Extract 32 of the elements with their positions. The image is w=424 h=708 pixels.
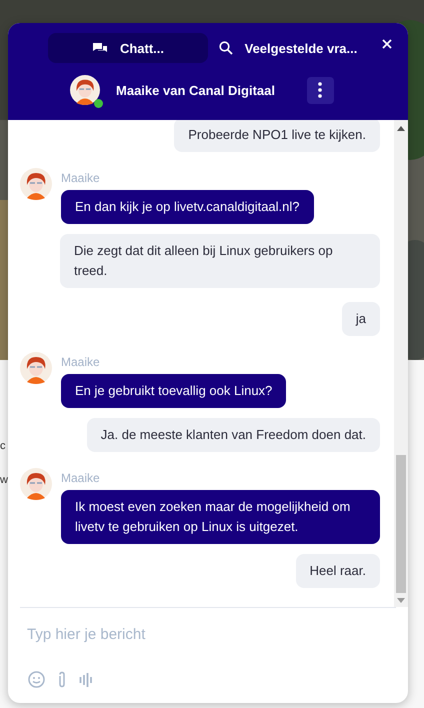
more-icon	[318, 82, 322, 98]
sender-name: Maaike	[61, 171, 101, 185]
sender-name: Maaike	[61, 471, 101, 485]
message-bubble: En je gebruikt toevallig ook Linux?	[61, 374, 286, 408]
voice-icon[interactable]	[79, 672, 94, 686]
background-text: w	[0, 474, 8, 486]
search-icon	[218, 41, 233, 55]
more-options-button[interactable]	[306, 76, 334, 104]
sender-name: Maaike	[61, 355, 101, 369]
agent-avatar	[20, 168, 52, 200]
message-bubble: Ik moest even zoeken maar de mogelijkheid om livetv te gebruiken op Linux is uitgezet.	[61, 490, 380, 544]
agent-avatar	[70, 75, 100, 105]
agent-avatar	[20, 352, 52, 384]
message-bubble: Ja. de meeste klanten van Freedom doen dat.	[86, 418, 380, 452]
message-bubble: Die zegt dat dit alleen bij Linux gebruikers op treed.	[60, 234, 380, 288]
background-text: c	[0, 440, 6, 452]
tab[interactable]: Chatt...	[48, 33, 208, 63]
close-button[interactable]	[380, 37, 394, 51]
message-bubble: Probeerde NPO1 live te kijken.	[174, 120, 380, 152]
arrow-down-icon[interactable]	[397, 598, 405, 603]
agent-name: Maaike van Canal Digitaal	[116, 82, 275, 98]
message-bubble: En dan kijk je op livetv.canaldigitaal.nl?	[61, 190, 314, 224]
message-bubble: Heel raar.	[296, 554, 380, 588]
agent-avatar	[20, 468, 52, 500]
scrollbar[interactable]	[394, 120, 408, 607]
emoji-icon[interactable]	[28, 671, 45, 688]
tab[interactable]: Veelgestelde vra...	[208, 33, 368, 63]
chat-icon	[92, 42, 108, 54]
arrow-up-icon[interactable]	[397, 126, 405, 131]
scrollbar-thumb[interactable]	[396, 455, 406, 593]
paperclip-icon[interactable]	[57, 671, 67, 688]
message-bubble: ja	[342, 302, 380, 336]
